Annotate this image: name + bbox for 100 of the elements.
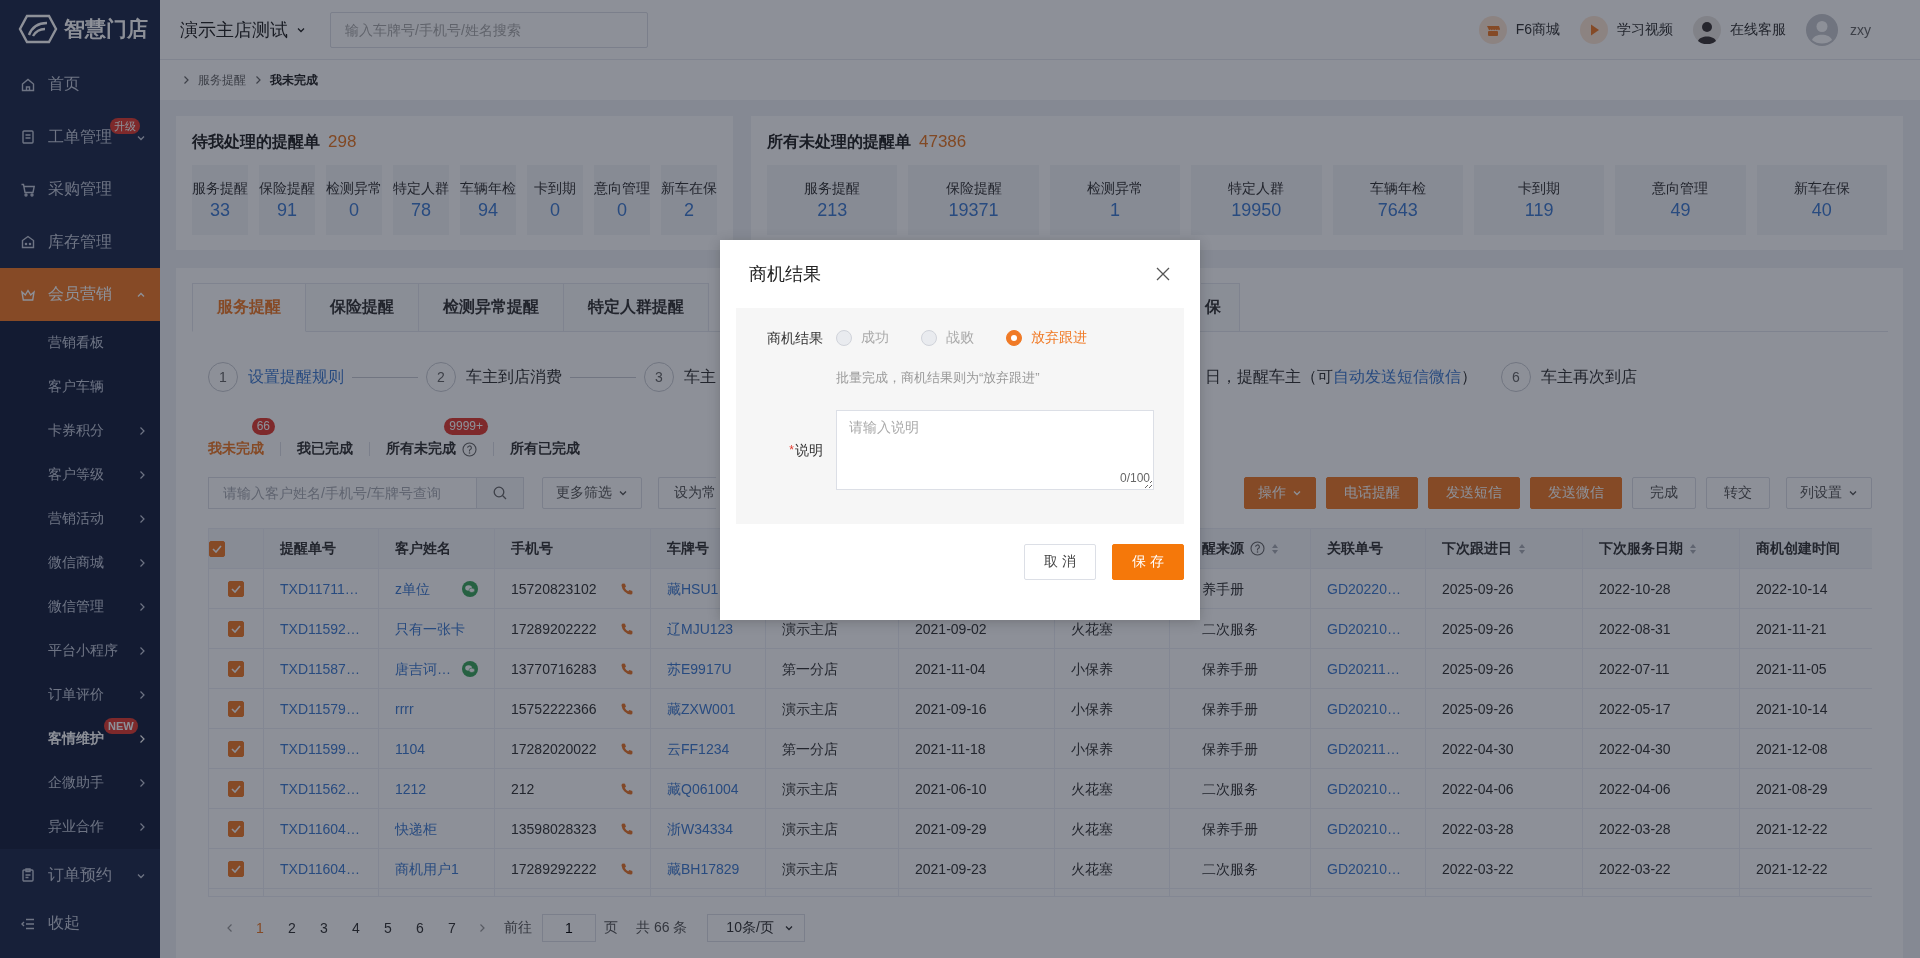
toolbar-button[interactable]: 操作	[1244, 477, 1316, 509]
customer-link[interactable]: rrrr	[395, 701, 414, 716]
page-link[interactable]: 1	[244, 920, 276, 936]
stat-tile[interactable]: 新车在保 2	[661, 165, 717, 235]
page-link[interactable]: 4	[340, 920, 372, 936]
nav-item[interactable]: 会员营销	[0, 268, 160, 321]
order-link[interactable]: GD20211…	[1327, 661, 1400, 676]
tab[interactable]: 特定人群提醒	[564, 283, 709, 332]
customer-link[interactable]: 快递柜	[395, 821, 437, 836]
customer-link[interactable]: 商机用户1	[395, 861, 459, 876]
close-button[interactable]	[1156, 267, 1170, 281]
header-link[interactable]: F6商城	[1478, 15, 1560, 44]
order-link[interactable]: GD20211…	[1327, 741, 1400, 756]
toolbar-button[interactable]: 设为常	[658, 477, 716, 509]
page-input[interactable]: 1	[542, 914, 596, 942]
header-link[interactable]: 在线客服	[1693, 15, 1786, 44]
customer-link[interactable]: 只有一张卡	[395, 621, 465, 636]
tab[interactable]: 保险提醒	[306, 283, 419, 332]
customer-link[interactable]: 1104	[395, 741, 426, 756]
radio-button[interactable]	[1006, 330, 1022, 346]
header-link[interactable]: 学习视频	[1580, 15, 1673, 44]
reminder-link[interactable]: TXD11592…	[280, 621, 360, 636]
checkbox[interactable]	[228, 620, 244, 637]
reminder-link[interactable]: TXD11562…	[280, 781, 360, 796]
reminder-link[interactable]: TXD11587…	[280, 661, 360, 676]
step-link[interactable]: 设置提醒规则	[248, 366, 344, 388]
tab[interactable]: 服务提醒	[192, 283, 306, 332]
page-link[interactable]: 3	[308, 920, 340, 936]
filter-tab[interactable]: 所有已完成	[510, 440, 580, 458]
page-link[interactable]: 5	[372, 920, 404, 936]
nav-subitem[interactable]: 卡券积分	[0, 408, 160, 453]
order-link[interactable]: GD20210…	[1327, 621, 1401, 636]
nav-subitem[interactable]: 企微助手	[0, 760, 160, 805]
reminder-link[interactable]: TXD11604…	[280, 861, 360, 876]
stat-tile[interactable]: 卡到期 0	[527, 165, 583, 235]
toolbar-button[interactable]: 转交	[1706, 477, 1770, 509]
store-selector[interactable]: 演示主店测试	[180, 17, 306, 42]
plate-link[interactable]: 藏ZXW001	[667, 701, 736, 716]
reminder-link[interactable]: TXD11599…	[280, 741, 360, 756]
nav-item[interactable]: 采购管理	[0, 163, 160, 216]
nav-subitem[interactable]: 客户车辆	[0, 364, 160, 409]
nav-subitem[interactable]: 营销活动	[0, 496, 160, 541]
stat-tile[interactable]: 意向管理 0	[594, 165, 650, 235]
toolbar-button[interactable]: 更多筛选	[542, 477, 642, 509]
plate-link[interactable]: 藏Q061004	[667, 781, 739, 796]
nav-subitem[interactable]: 微信商城	[0, 540, 160, 585]
plate-link[interactable]: 苏E9917U	[667, 661, 732, 676]
plate-link[interactable]: 藏BH17829	[667, 861, 740, 876]
order-link[interactable]: GD20210…	[1327, 701, 1401, 716]
reminder-link[interactable]: TXD11604…	[280, 821, 360, 836]
toolbar-button[interactable]: 完成	[1632, 477, 1696, 509]
toolbar-button[interactable]: 发送短信	[1428, 477, 1520, 509]
stat-tile[interactable]: 保险提醒 91	[259, 165, 315, 235]
order-link[interactable]: GD20210…	[1327, 821, 1401, 836]
checkbox[interactable]	[228, 580, 244, 597]
stat-tile[interactable]: 检测异常 0	[326, 165, 382, 235]
stat-tile[interactable]: 服务提醒 33	[192, 165, 248, 235]
page-size-select[interactable]: 10条/页	[707, 914, 806, 942]
nav-subitem[interactable]: 订单评价	[0, 672, 160, 717]
checkbox[interactable]	[228, 780, 244, 797]
plate-link[interactable]: 云FF1234	[667, 741, 730, 756]
checkbox[interactable]	[228, 740, 244, 757]
checkbox[interactable]	[228, 660, 244, 677]
customer-link[interactable]: 唐吉诃…	[395, 661, 451, 676]
breadcrumb-link[interactable]: 服务提醒	[198, 71, 246, 89]
plate-link[interactable]: 辽MJU123	[667, 621, 734, 636]
plate-link[interactable]: 浙W34334	[667, 821, 734, 836]
page-link[interactable]: 2	[276, 920, 308, 936]
checkbox[interactable]	[228, 700, 244, 717]
order-link[interactable]: GD20210…	[1327, 781, 1401, 796]
checkbox[interactable]	[228, 860, 244, 877]
order-link[interactable]: GD20220…	[1327, 581, 1401, 596]
checkbox[interactable]	[209, 540, 225, 557]
toolbar-button[interactable]: 列设置	[1786, 477, 1872, 509]
toolbar-button[interactable]: 电话提醒	[1326, 477, 1418, 509]
save-button[interactable]: 保 存	[1112, 544, 1184, 580]
toolbar-button[interactable]: 发送微信	[1530, 477, 1622, 509]
nav-subitem[interactable]: 客户等级	[0, 452, 160, 497]
stat-tile[interactable]: 特定人群 78	[393, 165, 449, 235]
order-link[interactable]: GD20210…	[1327, 861, 1401, 876]
step-link[interactable]: 自动发送短信微信	[1333, 367, 1461, 385]
nav-subitem[interactable]: 微信管理	[0, 584, 160, 629]
cancel-button[interactable]: 取 消	[1024, 544, 1097, 580]
tab[interactable]: 检测异常提醒	[419, 283, 564, 332]
chevron-left-icon[interactable]	[226, 923, 234, 933]
plate-link[interactable]: 藏HSU1	[667, 581, 719, 596]
tab[interactable]: 保	[1201, 283, 1240, 332]
filter-tab[interactable]: 我已完成	[297, 440, 353, 458]
nav-subitem[interactable]: 异业合作	[0, 804, 160, 849]
nav-item[interactable]: 首页	[0, 58, 160, 111]
page-link[interactable]: 6	[404, 920, 436, 936]
nav-subitem[interactable]: 平台小程序	[0, 628, 160, 673]
search-button[interactable]	[476, 477, 524, 509]
stat-tile[interactable]: 车辆年检 94	[460, 165, 516, 235]
page-link[interactable]: 7	[436, 920, 468, 936]
reminder-link[interactable]: TXD11711…	[280, 581, 359, 596]
checkbox[interactable]	[228, 820, 244, 837]
customer-link[interactable]: 1212	[395, 781, 427, 796]
customer-link[interactable]: z单位	[395, 581, 430, 596]
reminder-link[interactable]: TXD11579…	[280, 701, 360, 716]
